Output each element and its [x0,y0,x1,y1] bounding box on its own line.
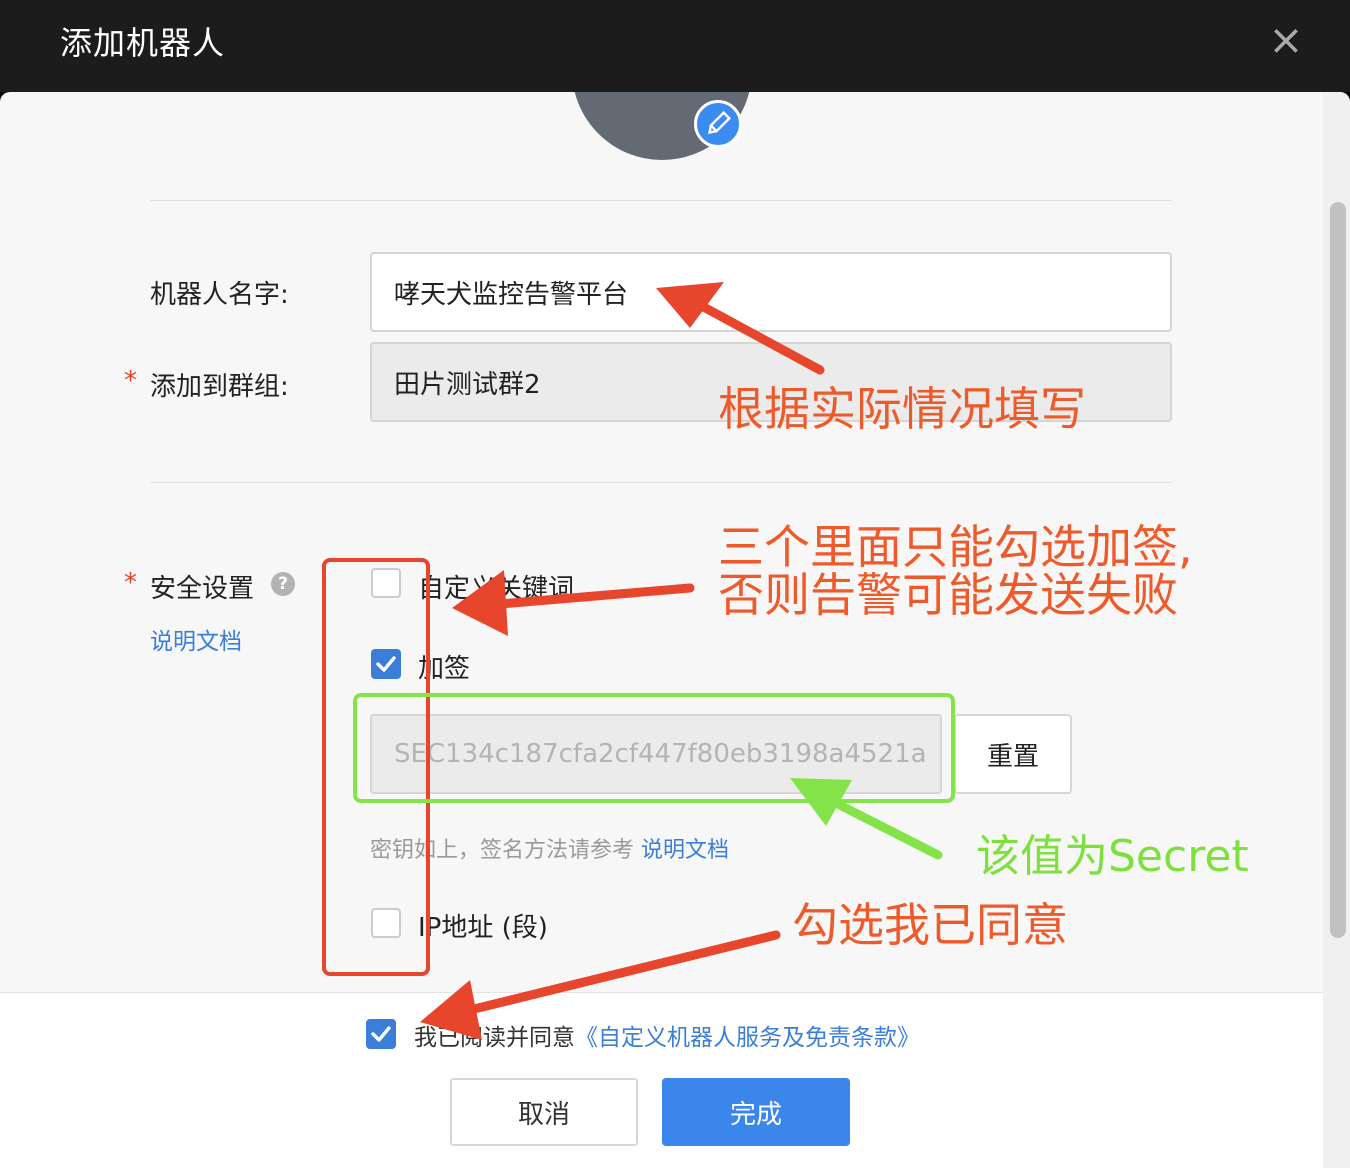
annotation-select-note-1: 三个里面只能勾选加签, [718,520,1193,574]
arrow-to-secret-field [790,778,943,860]
annotation-agree-note: 勾选我已同意 [792,898,1068,952]
arrow-to-agree-checkbox [420,930,781,1040]
annotation-select-note-2: 否则告警可能发送失败 [718,568,1178,622]
annotation-secret-note: 该值为Secret [976,831,1249,882]
arrow-to-keyword-option [452,570,695,636]
arrow-to-name-input [656,282,825,375]
annotation-fill-note: 根据实际情况填写 [718,382,1086,436]
